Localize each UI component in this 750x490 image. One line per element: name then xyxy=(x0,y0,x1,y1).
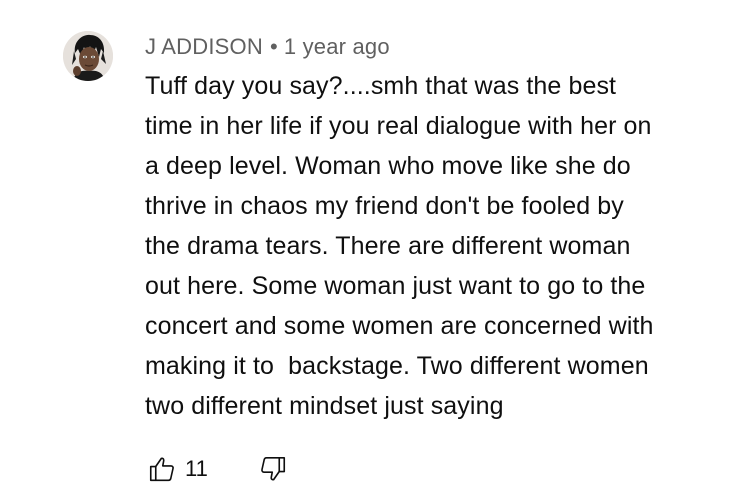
comment-text-line: making it to backstage. Two different wo… xyxy=(145,352,649,380)
thumbs-up-icon xyxy=(149,457,174,482)
comment-text-line: thrive in chaos my friend don't be foole… xyxy=(145,192,624,220)
comment-text-line: a deep level. Woman who move like she do xyxy=(145,152,631,180)
comment-timestamp[interactable]: 1 year ago xyxy=(284,34,390,59)
author-name[interactable]: J ADDISON xyxy=(145,34,263,59)
comment-text-line: out here. Some woman just want to go to … xyxy=(145,272,646,300)
comment-text: Tuff day you say?....smh that was the be… xyxy=(145,66,740,426)
dislike-button[interactable] xyxy=(256,452,290,486)
like-count: 11 xyxy=(185,456,208,481)
avatar-image xyxy=(63,31,113,81)
comment-text-line: two different mindset just saying xyxy=(145,392,504,420)
like-button[interactable] xyxy=(145,452,179,486)
comment-text-line: the drama tears. There are different wom… xyxy=(145,232,631,260)
comment-card: J ADDISON • 1 year ago Tuff day you say?..… xyxy=(0,0,750,490)
thumbs-down-icon xyxy=(261,456,286,481)
comment-text-line: concert and some women are concerned wit… xyxy=(145,312,654,340)
avatar[interactable] xyxy=(63,31,113,81)
meta-separator: • xyxy=(269,34,278,59)
comment-meta: J ADDISON • 1 year ago xyxy=(145,33,390,61)
comment-text-line: Tuff day you say?....smh that was the be… xyxy=(145,72,617,100)
comment-text-line: time in her life if you real dialogue wi… xyxy=(145,112,652,140)
